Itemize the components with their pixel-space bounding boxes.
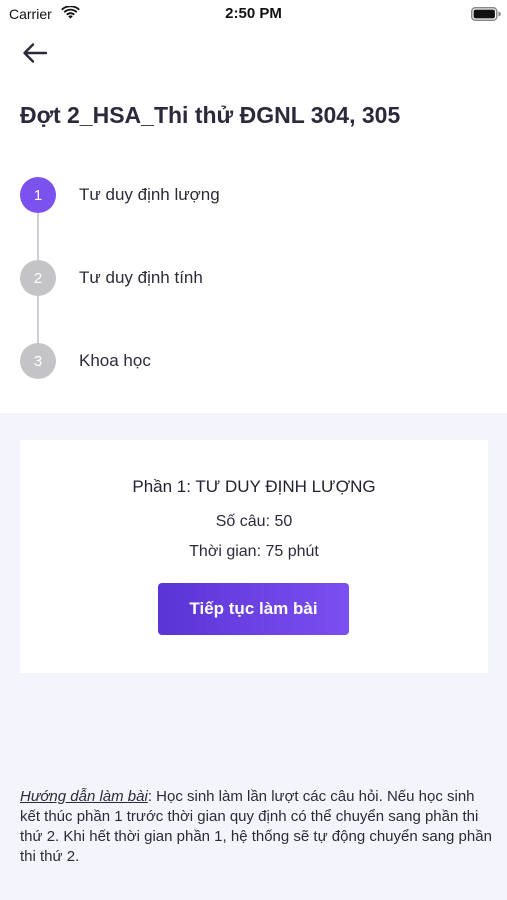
instructions-label: Hướng dẫn làm bài <box>20 788 148 805</box>
part-title: Phần 1: TƯ DUY ĐỊNH LƯỢNG <box>132 477 376 496</box>
step-label: Tư duy định tính <box>79 268 203 287</box>
status-bar: Carrier 2:50 PM <box>0 0 507 28</box>
part-info-card: Phần 1: TƯ DUY ĐỊNH LƯỢNG Số câu: 50 Thờ… <box>20 440 488 673</box>
page-title: Đợt 2_HSA_Thi thử ĐGNL 304, 305 <box>20 102 401 128</box>
time-limit: Thời gian: 75 phút <box>189 543 319 560</box>
step-connector <box>37 212 39 260</box>
back-button[interactable] <box>18 38 52 68</box>
step-connector <box>37 296 39 344</box>
step-number-badge: 2 <box>20 260 56 296</box>
step-label: Khoa học <box>79 351 151 370</box>
step-label: Tư duy định lượng <box>79 185 220 204</box>
arrow-left-icon <box>23 43 48 63</box>
status-time: 2:50 PM <box>225 5 282 22</box>
instructions-text: Hướng dẫn làm bài: Học sinh làm lần lượt… <box>20 787 492 867</box>
step-2[interactable]: 2 Tư duy định tính <box>20 259 480 297</box>
step-number-badge: 3 <box>20 343 56 379</box>
battery-icon <box>471 7 501 21</box>
question-count: Số câu: 50 <box>215 513 293 530</box>
part-details-section: Phần 1: TƯ DUY ĐỊNH LƯỢNG Số câu: 50 Thờ… <box>0 413 507 900</box>
section-stepper: 1 Tư duy định lượng 2 Tư duy định tính 3… <box>20 176 480 386</box>
step-1[interactable]: 1 Tư duy định lượng <box>20 176 480 214</box>
step-number-badge: 1 <box>20 177 56 213</box>
continue-button[interactable]: Tiếp tục làm bài <box>158 583 349 635</box>
step-3[interactable]: 3 Khoa học <box>20 342 480 380</box>
exam-parts-screen: Carrier 2:50 PM Đợt 2_HSA_Thi thử ĐGNL 3… <box>0 0 507 900</box>
